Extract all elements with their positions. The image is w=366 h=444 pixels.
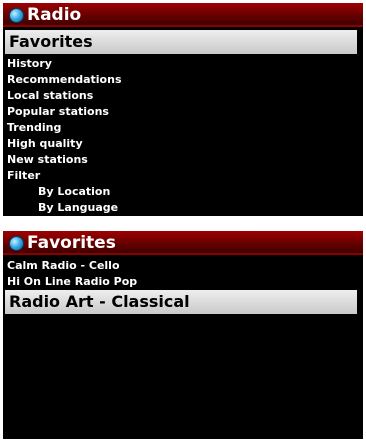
station-item[interactable]: Hi On Line Radio Pop	[3, 274, 363, 290]
title-bar: Favorites	[3, 231, 363, 255]
menu-item-local-stations[interactable]: Local stations	[3, 88, 363, 104]
menu-item-trending[interactable]: Trending	[3, 120, 363, 136]
radio-menu-screen: Radio Favorites History Recommendations …	[3, 3, 363, 216]
menu-item-by-language[interactable]: By Language	[3, 200, 363, 216]
menu-item-high-quality[interactable]: High quality	[3, 136, 363, 152]
station-item-selected[interactable]: Radio Art - Classical	[5, 290, 357, 314]
station-list: Calm Radio - Cello Hi On Line Radio Pop …	[3, 258, 363, 316]
globe-icon	[9, 236, 24, 251]
menu-item-filter[interactable]: Filter	[3, 168, 363, 184]
menu-item-new-stations[interactable]: New stations	[3, 152, 363, 168]
menu-item-popular-stations[interactable]: Popular stations	[3, 104, 363, 120]
menu-item-history[interactable]: History	[3, 56, 363, 72]
menu-item-recommendations[interactable]: Recommendations	[3, 72, 363, 88]
title-bar: Radio	[3, 3, 363, 27]
menu-list: Favorites History Recommendations Local …	[3, 30, 363, 216]
station-item[interactable]: Calm Radio - Cello	[3, 258, 363, 274]
favorites-screen: Favorites Calm Radio - Cello Hi On Line …	[3, 231, 363, 439]
menu-item-favorites[interactable]: Favorites	[5, 30, 357, 54]
menu-item-by-location[interactable]: By Location	[3, 184, 363, 200]
screen-title: Radio	[27, 5, 82, 25]
globe-icon	[9, 8, 24, 23]
screen-title: Favorites	[27, 233, 116, 253]
